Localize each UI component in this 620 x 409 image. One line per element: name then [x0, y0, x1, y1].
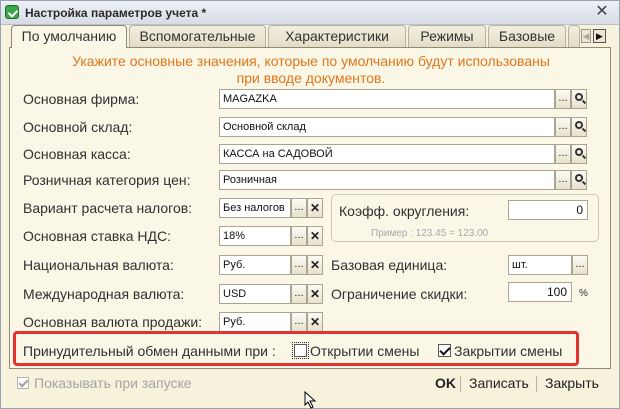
hint-line-1: Укажите основные значения, которые по ум… — [72, 53, 550, 69]
discount-limit-label: Ограничение скидки: — [331, 286, 468, 302]
discount-percent-unit: % — [579, 288, 588, 299]
rounding-coef-field[interactable]: 0 — [508, 200, 588, 220]
cash-label: Основная касса: — [23, 146, 131, 162]
vat-rate-clear-button[interactable]: ✕ — [307, 226, 323, 246]
footer-separator — [536, 376, 537, 392]
warehouse-label: Основной склад: — [23, 119, 133, 135]
tab-bar: Вспомогательные Характеристики Режимы Ба… — [1, 25, 619, 48]
sales-currency-select-button[interactable]: ... — [291, 312, 307, 332]
price-category-select-button[interactable]: ... — [555, 170, 571, 190]
firm-select-button[interactable]: ... — [555, 89, 571, 109]
open-shift-checkbox[interactable] — [292, 342, 309, 359]
tab-characteristics[interactable]: Характеристики — [268, 25, 406, 47]
firm-label: Основная фирма: — [23, 91, 140, 107]
tab-defaults[interactable]: По умолчанию — [11, 25, 127, 48]
national-currency-field[interactable]: Руб. — [219, 255, 291, 275]
price-category-search-button[interactable] — [571, 170, 587, 190]
tax-variant-label: Вариант расчета налогов: — [23, 200, 193, 216]
ok-button[interactable]: OK — [435, 375, 456, 391]
footer-separator — [460, 376, 461, 392]
hint-text: Укажите основные значения, которые по ум… — [10, 53, 612, 87]
international-currency-clear-button[interactable]: ✕ — [307, 284, 323, 304]
price-category-label: Розничная категория цен: — [23, 172, 191, 188]
rounding-coef-label: Коэфф. округления: — [339, 203, 470, 219]
tax-variant-field[interactable]: Без налогов — [219, 198, 291, 218]
sales-currency-label: Основная валюта продажи: — [23, 314, 203, 330]
base-unit-select-button[interactable]: ... — [572, 255, 588, 275]
mouse-cursor-icon — [304, 391, 317, 409]
national-currency-label: Национальная валюта: — [23, 257, 174, 273]
window-title: Настройка параметров учета * — [25, 6, 207, 20]
warehouse-select-button[interactable]: ... — [555, 117, 571, 137]
close-button[interactable]: Закрыть — [545, 375, 599, 391]
open-shift-label[interactable]: Открытии смены — [310, 343, 419, 359]
title-bar: Настройка параметров учета * ✕ — [1, 1, 619, 25]
search-icon — [575, 121, 583, 129]
rounding-example: Пример : 123.45 = 123.00 — [371, 228, 489, 239]
vat-rate-select-button[interactable]: ... — [291, 226, 307, 246]
national-currency-select-button[interactable]: ... — [291, 255, 307, 275]
search-icon — [575, 93, 583, 101]
close-window-button[interactable]: ✕ — [593, 3, 611, 21]
sales-currency-field[interactable]: Руб. — [219, 312, 291, 332]
exchange-label: Принудительный обмен данными при : — [23, 343, 276, 359]
cash-select-button[interactable]: ... — [555, 144, 571, 164]
national-currency-clear-button[interactable]: ✕ — [307, 255, 323, 275]
warehouse-search-button[interactable] — [571, 117, 587, 137]
save-button[interactable]: Записать — [469, 375, 529, 391]
tax-variant-clear-button[interactable]: ✕ — [307, 198, 323, 218]
firm-search-button[interactable] — [571, 89, 587, 109]
tab-overflow[interactable] — [568, 25, 580, 47]
discount-limit-field[interactable]: 100 — [508, 282, 572, 302]
price-category-field[interactable]: Розничная — [219, 170, 555, 190]
firm-field[interactable]: MAGAZKA — [219, 89, 555, 109]
close-shift-label[interactable]: Закрытии смены — [454, 343, 562, 359]
international-currency-label: Международная валюта: — [23, 286, 185, 302]
tab-modes[interactable]: Режимы — [408, 25, 486, 47]
tab-base[interactable]: Базовые — [488, 25, 566, 47]
hint-line-2: при вводе документов. — [236, 70, 386, 86]
tab-scroll-right-button[interactable]: ▶ — [593, 29, 606, 43]
search-icon — [575, 174, 583, 182]
settings-window: Настройка параметров учета * ✕ Вспомогат… — [0, 0, 620, 409]
vat-rate-field[interactable]: 18% — [219, 226, 291, 246]
search-icon — [575, 148, 583, 156]
vat-rate-label: Основная ставка НДС: — [23, 228, 172, 244]
international-currency-select-button[interactable]: ... — [291, 284, 307, 304]
tab-auxiliary[interactable]: Вспомогательные — [129, 25, 266, 47]
tax-variant-select-button[interactable]: ... — [291, 198, 307, 218]
app-icon — [5, 5, 19, 19]
warehouse-field[interactable]: Основной склад — [219, 117, 555, 137]
sales-currency-clear-button[interactable]: ✕ — [307, 312, 323, 332]
cash-field[interactable]: КАССА на САДОВОЙ — [219, 144, 555, 164]
show-on-start-label[interactable]: Показывать при запуске — [34, 375, 192, 391]
international-currency-field[interactable]: USD — [219, 284, 291, 304]
base-unit-field[interactable]: шт. — [508, 255, 572, 275]
close-shift-checkbox[interactable] — [438, 344, 451, 357]
show-on-start-checkbox[interactable] — [17, 377, 29, 389]
base-unit-label: Базовая единица: — [331, 257, 448, 273]
cash-search-button[interactable] — [571, 144, 587, 164]
tab-scroll-left-button[interactable]: ◀ — [581, 29, 591, 43]
